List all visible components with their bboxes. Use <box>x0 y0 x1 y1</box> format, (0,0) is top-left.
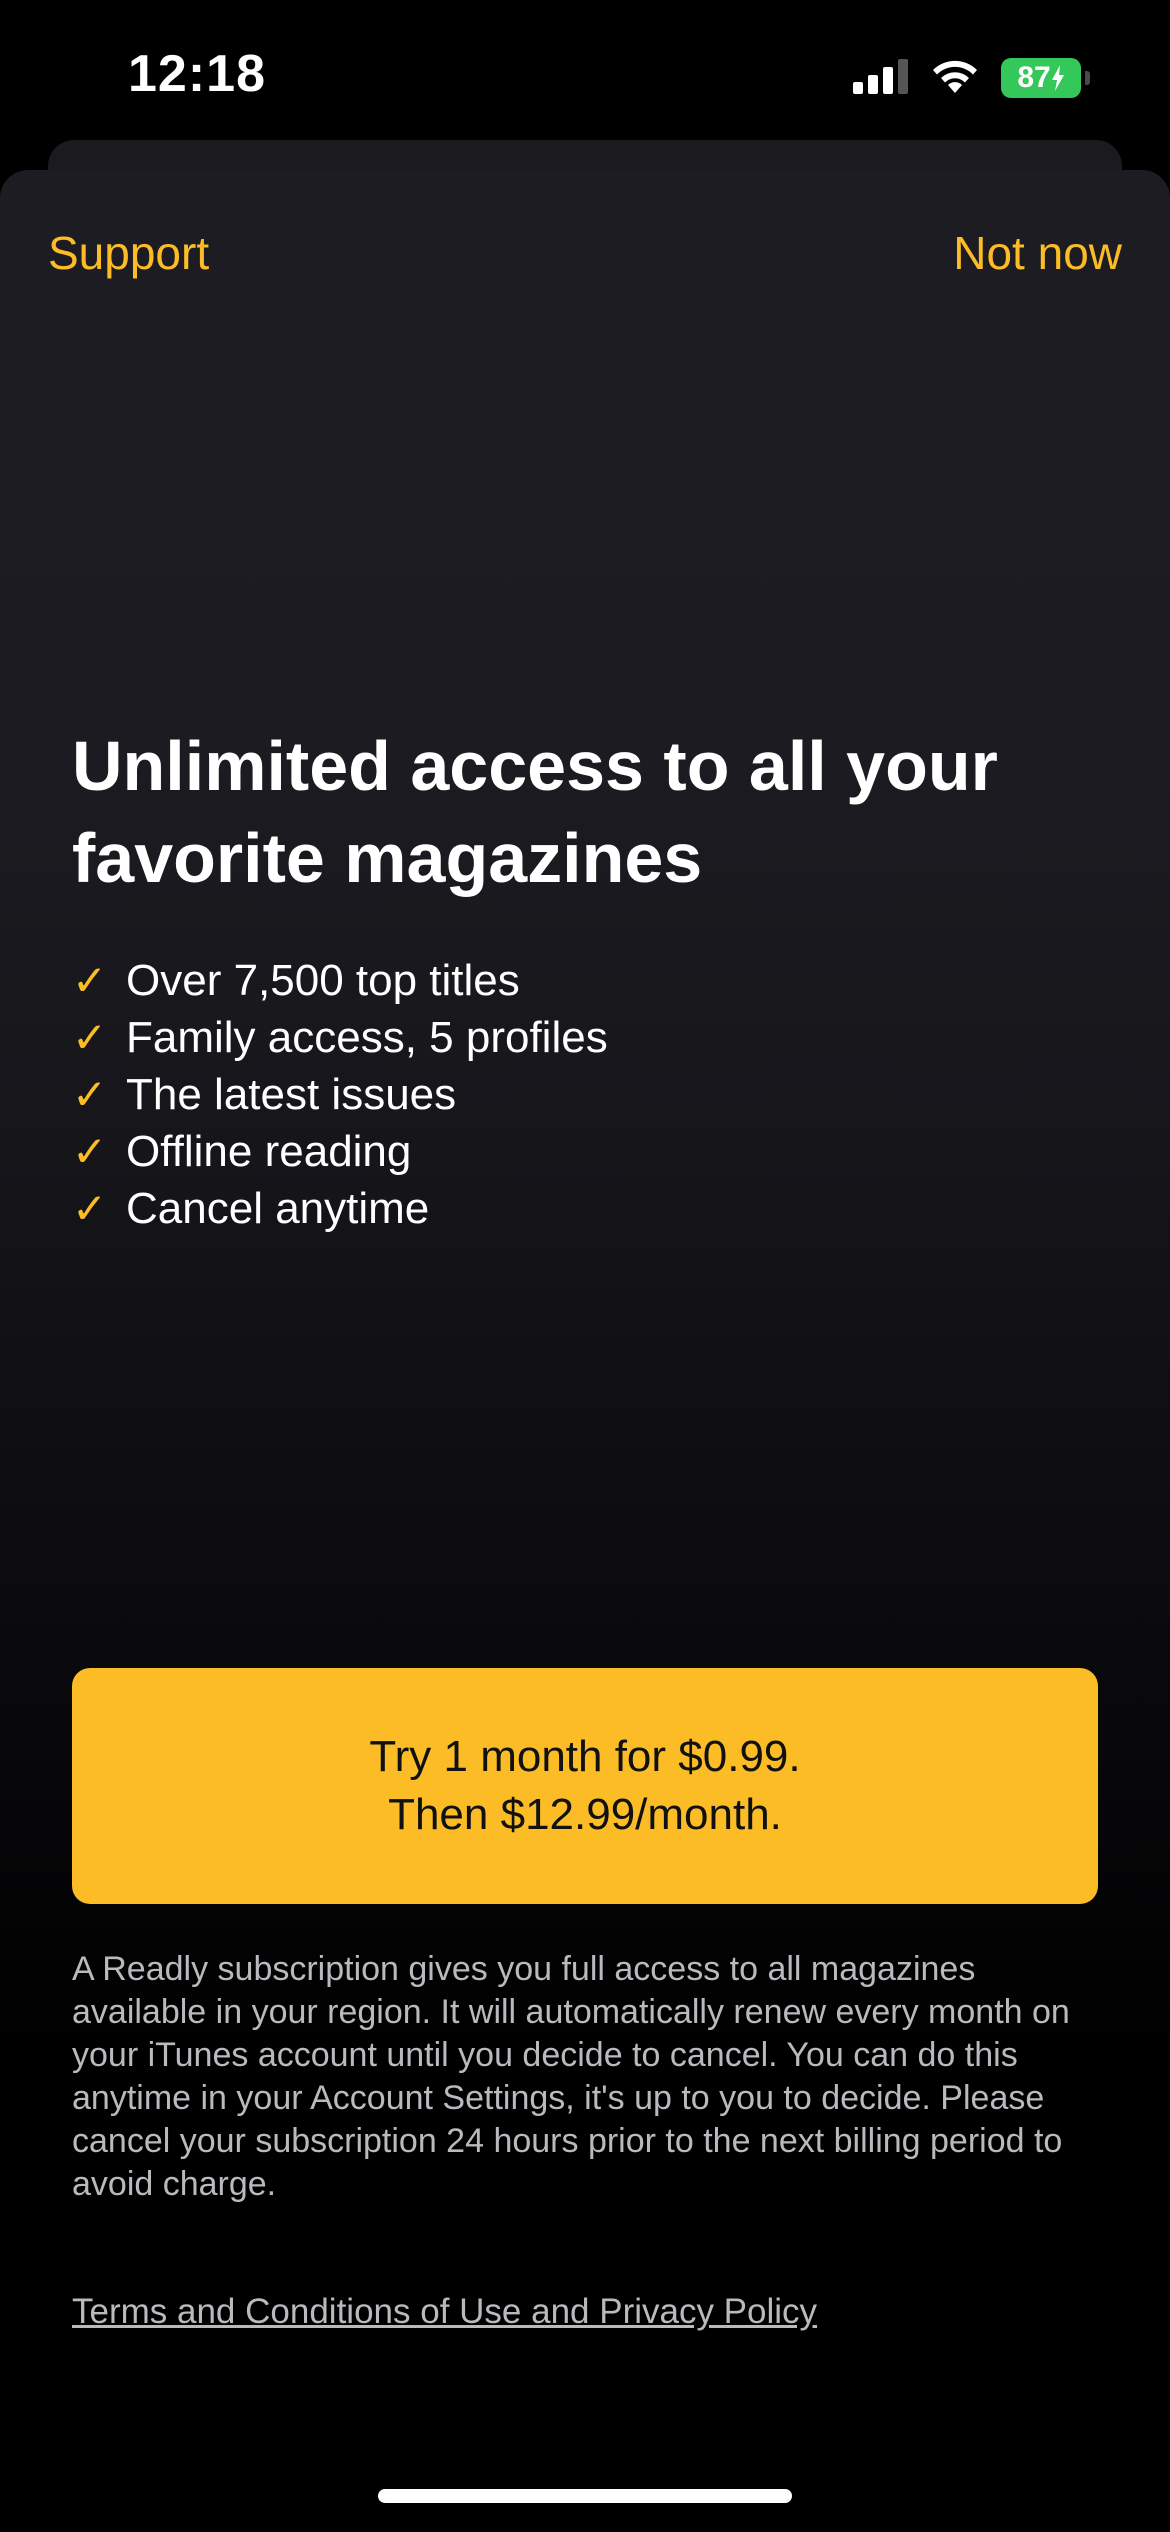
list-item: ✓ Family access, 5 profiles <box>72 1009 608 1066</box>
subscribe-button-line2: Then $12.99/month. <box>388 1790 782 1839</box>
status-icons: 87 <box>853 54 1090 102</box>
checkmark-icon: ✓ <box>72 1071 108 1118</box>
not-now-button[interactable]: Not now <box>953 226 1122 280</box>
status-bar: 12:18 87 <box>0 0 1170 150</box>
feature-label: Offline reading <box>126 1126 412 1176</box>
terms-privacy-link[interactable]: Terms and Conditions of Use and Privacy … <box>72 2292 817 2332</box>
subscribe-button[interactable]: Try 1 month for $0.99. Then $12.99/month… <box>72 1668 1098 1904</box>
battery-charging-icon: 87 <box>1001 58 1081 98</box>
cellular-signal-icon <box>853 58 909 99</box>
home-indicator[interactable] <box>378 2489 792 2503</box>
checkmark-icon: ✓ <box>72 1014 108 1061</box>
status-time: 12:18 <box>128 45 266 103</box>
feature-label: Cancel anytime <box>126 1183 430 1233</box>
list-item: ✓ The latest issues <box>72 1066 608 1123</box>
list-item: ✓ Cancel anytime <box>72 1180 608 1237</box>
support-button[interactable]: Support <box>48 226 209 280</box>
paywall-sheet: Support Not now Unlimited access to all … <box>0 170 1170 2532</box>
page-title: Unlimited access to all your favorite ma… <box>72 727 998 897</box>
checkmark-icon: ✓ <box>72 1185 108 1232</box>
feature-list: ✓ Over 7,500 top titles ✓ Family access,… <box>72 952 608 1237</box>
subscribe-button-line1: Try 1 month for $0.99. <box>369 1732 801 1781</box>
list-item: ✓ Over 7,500 top titles <box>72 952 608 1009</box>
subscription-disclaimer: A Readly subscription gives you full acc… <box>72 1950 1070 2203</box>
feature-label: Over 7,500 top titles <box>126 955 520 1005</box>
battery-cap <box>1085 71 1090 85</box>
wifi-icon <box>929 57 981 100</box>
feature-label: The latest issues <box>126 1069 457 1119</box>
battery-level: 87 <box>1017 61 1051 94</box>
checkmark-icon: ✓ <box>72 957 108 1004</box>
checkmark-icon: ✓ <box>72 1128 108 1175</box>
charging-bolt-icon <box>1051 65 1064 91</box>
list-item: ✓ Offline reading <box>72 1123 608 1180</box>
feature-label: Family access, 5 profiles <box>126 1012 608 1062</box>
